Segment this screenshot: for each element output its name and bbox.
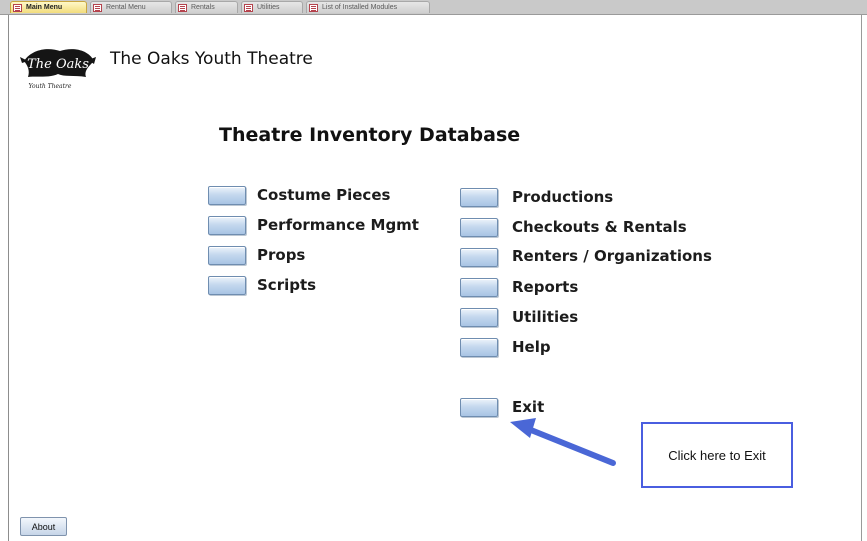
tab-rentals[interactable]: Rentals: [175, 1, 238, 13]
arrow-icon: [510, 418, 616, 466]
tab-label: Utilities: [257, 4, 280, 11]
renters-organizations-button[interactable]: [460, 248, 498, 267]
exit-button[interactable]: [460, 398, 498, 417]
form-icon: [93, 3, 102, 12]
renters-organizations-label: Renters / Organizations: [512, 247, 712, 265]
form-border-left: [8, 15, 9, 541]
logo-subtext: Youth Theatre: [29, 83, 72, 90]
props-button[interactable]: [208, 246, 246, 265]
scripts-label: Scripts: [257, 276, 317, 294]
reports-label: Reports: [512, 278, 579, 296]
logo-text: The Oaks: [27, 57, 89, 72]
page-title: Theatre Inventory Database: [219, 124, 521, 146]
help-label: Help: [512, 338, 551, 356]
form-icon: [244, 3, 253, 12]
help-button[interactable]: [460, 338, 498, 357]
app-title: The Oaks Youth Theatre: [110, 49, 313, 69]
tab-utilities[interactable]: Utilities: [241, 1, 303, 13]
form-icon: [178, 3, 187, 12]
tab-rental-menu[interactable]: Rental Menu: [90, 1, 172, 13]
checkouts-rentals-label: Checkouts & Rentals: [512, 218, 687, 236]
tab-label: Rentals: [191, 4, 215, 11]
tab-label: List of Installed Modules: [322, 4, 398, 11]
theatre-logo: The Oaks Youth Theatre: [20, 49, 96, 90]
performance-mgmt-label: Performance Mgmt: [257, 216, 419, 234]
form-icon: [309, 3, 318, 12]
tab-main-menu[interactable]: Main Menu: [10, 1, 87, 13]
utilities-button[interactable]: [460, 308, 498, 327]
costume-pieces-label: Costume Pieces: [257, 186, 391, 204]
about-label: About: [31, 521, 56, 532]
tab-list-of-installed-modules[interactable]: List of Installed Modules: [306, 1, 430, 13]
utilities-label: Utilities: [512, 308, 579, 326]
props-label: Props: [257, 246, 306, 264]
scripts-button[interactable]: [208, 276, 246, 295]
performance-mgmt-button[interactable]: [208, 216, 246, 235]
tab-label: Main Menu: [26, 4, 63, 11]
about-button[interactable]: About: [20, 517, 67, 536]
exit-callout: Click here to Exit: [641, 422, 793, 488]
reports-button[interactable]: [460, 278, 498, 297]
checkouts-rentals-button[interactable]: [460, 218, 498, 237]
tab-label: Rental Menu: [106, 4, 146, 11]
costume-pieces-button[interactable]: [208, 186, 246, 205]
productions-label: Productions: [512, 188, 614, 206]
form-border-right: [861, 15, 862, 541]
form-icon: [13, 3, 22, 12]
productions-button[interactable]: [460, 188, 498, 207]
callout-text: Click here to Exit: [668, 447, 766, 463]
document-tab-bar: Main Menu Rental Menu Rentals Utilities …: [0, 0, 867, 15]
